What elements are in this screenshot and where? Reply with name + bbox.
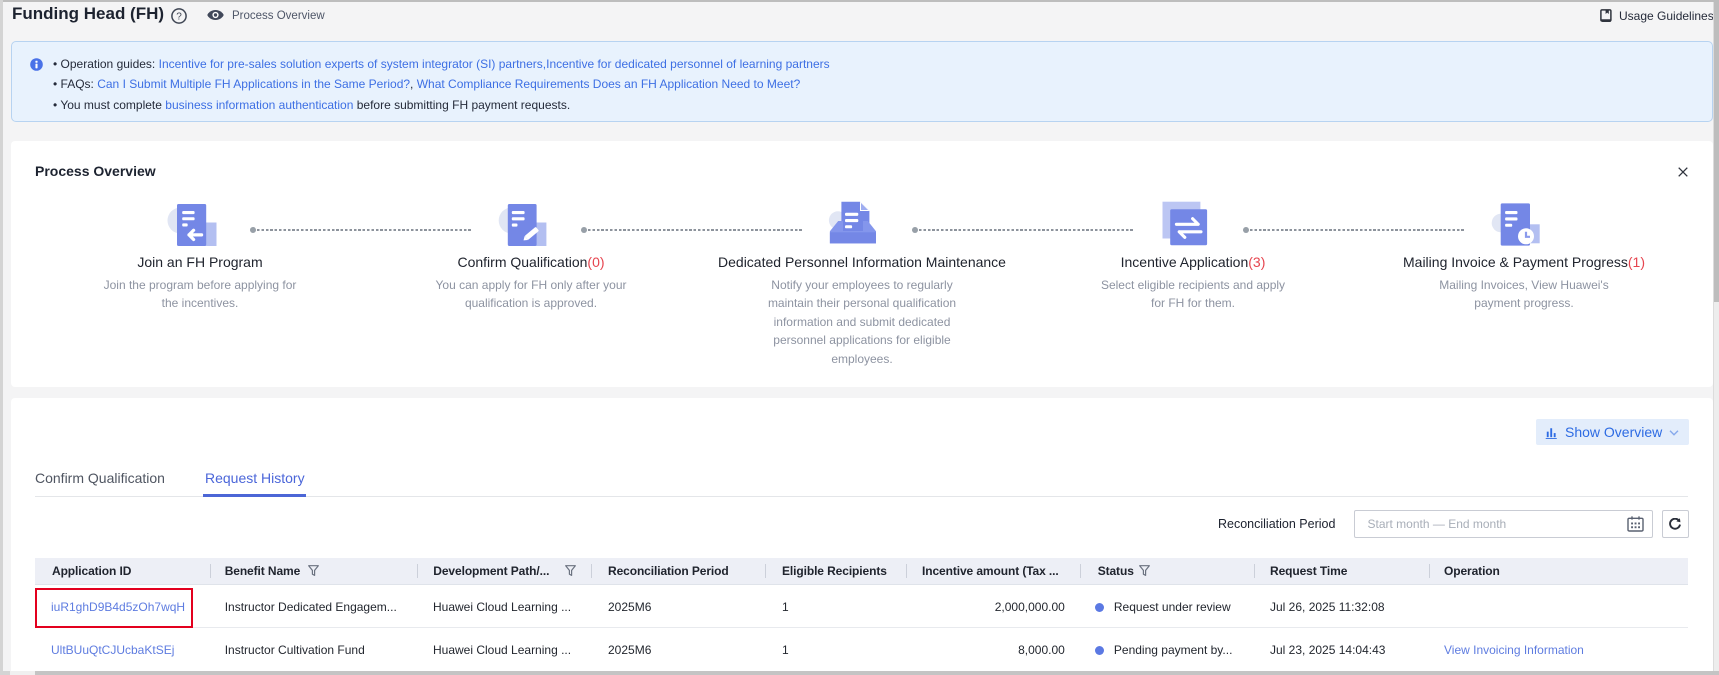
svg-text:?: ? [176, 12, 182, 23]
